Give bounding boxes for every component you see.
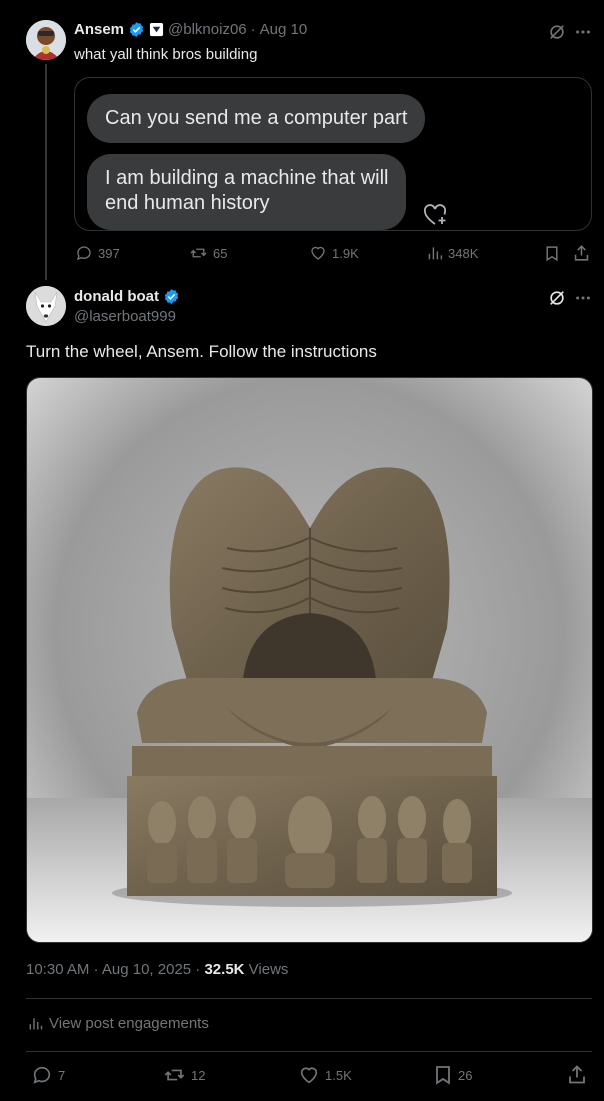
reply-icon bbox=[75, 244, 93, 262]
thread-connector-line bbox=[45, 64, 47, 280]
repost-button[interactable]: 65 bbox=[189, 244, 227, 262]
bookmark-icon bbox=[433, 1064, 453, 1086]
timestamp-dot: · bbox=[195, 961, 201, 978]
like-button[interactable]: 1.5K bbox=[298, 1064, 352, 1086]
like-count: 1.9K bbox=[332, 245, 359, 261]
chat-bubble-2: I am building a machine that will end hu… bbox=[87, 154, 407, 230]
grok-icon[interactable] bbox=[548, 289, 566, 307]
bookmark-button[interactable]: 26 bbox=[433, 1064, 472, 1086]
repost-count: 65 bbox=[213, 245, 228, 261]
like-icon bbox=[309, 244, 327, 262]
chat-screenshot-image[interactable]: Can you send me a computer part I am bui… bbox=[74, 77, 592, 231]
verified-badge-icon bbox=[128, 21, 145, 38]
views-label: Views bbox=[248, 961, 289, 978]
repost-icon bbox=[189, 244, 208, 262]
reply-count: 397 bbox=[98, 245, 120, 261]
donald-boat-display-name[interactable]: donald boat bbox=[74, 288, 159, 305]
repost-icon bbox=[163, 1064, 186, 1086]
like-plus-icon bbox=[423, 204, 449, 226]
post-text: what yall think bros building bbox=[74, 46, 258, 63]
header-separator: · bbox=[250, 21, 256, 38]
like-count: 1.5K bbox=[325, 1067, 352, 1083]
divider-bottom bbox=[26, 1051, 592, 1052]
bookmark-count: 26 bbox=[458, 1067, 473, 1083]
view-engagements-label: View post engagements bbox=[49, 1015, 209, 1032]
main-post-text: Turn the wheel, Ansem. Follow the instru… bbox=[26, 342, 377, 361]
bookmark-icon[interactable] bbox=[544, 245, 560, 262]
views-count: 348K bbox=[448, 245, 479, 261]
repost-count: 12 bbox=[191, 1067, 206, 1083]
more-icon[interactable] bbox=[574, 23, 592, 41]
chat-bubble-2-line-2: end human history bbox=[105, 192, 270, 214]
ansem-display-name[interactable]: Ansem bbox=[74, 21, 124, 38]
donald-boat-avatar-image bbox=[26, 286, 66, 326]
share-icon[interactable] bbox=[573, 244, 590, 262]
like-icon bbox=[298, 1064, 320, 1086]
views-icon bbox=[427, 244, 443, 262]
view-engagements-link[interactable]: View post engagements bbox=[28, 1015, 209, 1032]
views-count-total: 32.5K bbox=[204, 961, 245, 978]
more-icon[interactable] bbox=[574, 289, 592, 307]
affiliate-badge-icon[interactable] bbox=[149, 22, 164, 37]
donald-boat-avatar[interactable] bbox=[26, 286, 66, 326]
reply-button[interactable]: 7 bbox=[31, 1064, 65, 1086]
chat-bubble-2-line-1: I am building a machine that will bbox=[105, 167, 389, 189]
ansem-handle[interactable]: @blknoiz06 bbox=[168, 21, 247, 38]
reply-count: 7 bbox=[58, 1067, 66, 1083]
post-media-image[interactable] bbox=[26, 377, 593, 943]
post-date[interactable]: Aug 10 bbox=[260, 21, 308, 38]
ansem-avatar[interactable] bbox=[26, 20, 66, 60]
chat-bubble-1: Can you send me a computer part bbox=[87, 94, 426, 143]
reply-icon bbox=[31, 1064, 53, 1086]
verified-badge-icon bbox=[163, 288, 180, 305]
grok-icon[interactable] bbox=[548, 23, 566, 41]
post-timestamp[interactable]: 10:30 AM · Aug 10, 2025 bbox=[26, 961, 191, 978]
like-button[interactable]: 1.9K bbox=[309, 244, 359, 262]
engagements-icon bbox=[28, 1016, 43, 1031]
divider-top bbox=[26, 998, 592, 999]
repost-button[interactable]: 12 bbox=[163, 1064, 205, 1086]
ansem-avatar-image bbox=[26, 20, 66, 60]
sculpture-illustration bbox=[27, 378, 592, 942]
donald-boat-handle[interactable]: @laserboat999 bbox=[74, 308, 176, 325]
share-icon[interactable] bbox=[567, 1064, 587, 1085]
views-button[interactable]: 348K bbox=[427, 244, 478, 262]
reply-button[interactable]: 397 bbox=[75, 244, 120, 262]
